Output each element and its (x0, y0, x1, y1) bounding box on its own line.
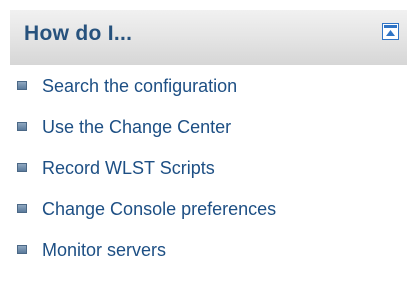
link-search-configuration[interactable]: Search the configuration (42, 76, 237, 96)
link-use-change-center[interactable]: Use the Change Center (42, 117, 231, 137)
panel-header: How do I... (10, 10, 407, 65)
panel-title: How do I... (24, 22, 133, 45)
bullet-icon (17, 163, 27, 172)
link-change-console-preferences[interactable]: Change Console preferences (42, 199, 276, 219)
collapse-panel-icon-graphic (384, 25, 397, 36)
bullet-icon (17, 245, 27, 254)
bullet-icon (17, 81, 27, 90)
link-monitor-servers[interactable]: Monitor servers (42, 240, 166, 260)
bullet-icon (17, 204, 27, 213)
how-do-i-panel: How do I... Search the configuration Use… (0, 0, 407, 291)
bullet-icon (17, 122, 27, 131)
link-record-wlst-scripts[interactable]: Record WLST Scripts (42, 158, 215, 178)
collapse-panel-icon[interactable] (382, 23, 399, 40)
